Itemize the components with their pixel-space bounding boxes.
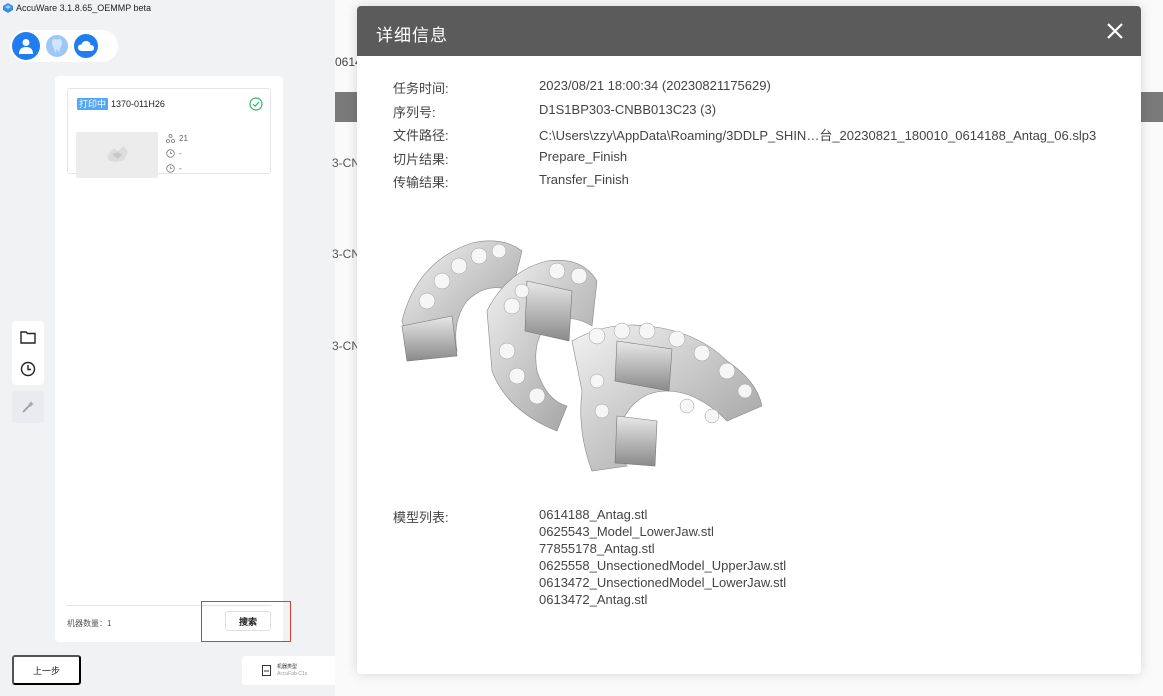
list-item: 0625543_Model_LowerJaw.stl bbox=[539, 524, 714, 539]
details-dialog: 详细信息 任务时间: 2023/08/21 18:00:34 (20230821… bbox=[357, 6, 1141, 674]
background-row-fragment: 3-CN bbox=[332, 247, 361, 261]
left-panel: AccuWare 3.1.8.65_OEMMP beta 打印中 1370-01… bbox=[0, 0, 335, 696]
app-logo-icon bbox=[3, 3, 13, 13]
user-icon[interactable] bbox=[12, 32, 40, 60]
elapsed-time: - bbox=[166, 149, 182, 158]
task-time-value: 2023/08/21 18:00:34 (20230821175629) bbox=[539, 78, 771, 93]
serial-number-value: D1S1BP303-CNBB013C23 (3) bbox=[539, 102, 717, 117]
history-icon bbox=[20, 361, 36, 377]
background-row-fragment: 3-CN bbox=[332, 339, 361, 353]
history-button[interactable] bbox=[12, 353, 44, 385]
clock-icon bbox=[166, 149, 175, 158]
model-list-label: 模型列表: bbox=[393, 510, 449, 525]
file-path-value: C:\Users\zzy\AppData\Roaming/3DDLP_SHIN…… bbox=[539, 128, 1097, 143]
device-list-panel: 打印中 1370-011H26 21 - - 机器数量：1 搜索 bbox=[55, 76, 283, 642]
serial-number-label: 序列号: bbox=[393, 105, 436, 120]
slice-result-value: Prepare_Finish bbox=[539, 149, 628, 164]
model-thumbnail bbox=[76, 132, 158, 178]
close-icon[interactable] bbox=[1106, 22, 1124, 40]
layers-icon bbox=[166, 134, 175, 143]
task-time-label: 任务时间: bbox=[393, 81, 449, 96]
back-button[interactable]: 上一步 bbox=[12, 655, 81, 685]
layer-count: 21 bbox=[166, 134, 188, 143]
transfer-result-value: Transfer_Finish bbox=[539, 172, 629, 187]
printer-icon bbox=[262, 665, 271, 676]
status-badge: 打印中 bbox=[77, 98, 109, 110]
list-item: 0625558_UnsectionedModel_UpperJaw.stl bbox=[539, 558, 787, 573]
slice-result-label: 切片结果: bbox=[393, 152, 449, 167]
background-row-fragment: 3-CN bbox=[332, 156, 361, 170]
side-toolbar bbox=[12, 321, 44, 427]
list-item: 0613472_UnsectionedModel_LowerJaw.stl bbox=[539, 575, 787, 590]
file-path-label: 文件路径: bbox=[393, 128, 449, 143]
list-item: 77855178_Antag.stl bbox=[539, 541, 655, 556]
dialog-title: 详细信息 bbox=[376, 26, 448, 45]
device-card[interactable]: 打印中 1370-011H26 21 - - bbox=[67, 88, 271, 178]
app-title: AccuWare 3.1.8.65_OEMMP beta bbox=[16, 3, 152, 13]
model-preview-icon bbox=[107, 146, 128, 162]
machine-type-value: AccuFab-C1s bbox=[277, 670, 308, 677]
dialog-header: 详细信息 bbox=[357, 6, 1141, 56]
folder-button[interactable] bbox=[12, 321, 44, 353]
folder-icon bbox=[20, 331, 36, 344]
clock-icon bbox=[166, 164, 175, 173]
dental-model-preview bbox=[401, 240, 763, 472]
list-item: 0613472_Antag.stl bbox=[539, 592, 648, 607]
top-icon-group bbox=[10, 30, 118, 62]
magic-wand-icon bbox=[22, 401, 34, 413]
search-highlight-box bbox=[201, 601, 291, 642]
machine-type-selector[interactable]: 机器类型 AccuFab-C1s bbox=[242, 656, 335, 685]
device-count: 机器数量：1 bbox=[67, 619, 112, 628]
device-id: 1370-011H26 bbox=[111, 99, 165, 109]
tooth-icon[interactable] bbox=[46, 35, 68, 57]
title-bar: AccuWare 3.1.8.65_OEMMP beta bbox=[0, 0, 335, 16]
machine-type-title: 机器类型 bbox=[277, 663, 298, 670]
magic-wand-button[interactable] bbox=[12, 391, 44, 423]
model-list: 0614188_Antag.stl 0625543_Model_LowerJaw… bbox=[539, 506, 786, 608]
transfer-result-label: 传输结果: bbox=[393, 175, 449, 190]
cloud-icon[interactable] bbox=[74, 34, 98, 58]
check-circle-icon bbox=[249, 97, 263, 111]
remaining-time: - bbox=[166, 164, 182, 173]
list-item: 0614188_Antag.stl bbox=[539, 507, 648, 522]
